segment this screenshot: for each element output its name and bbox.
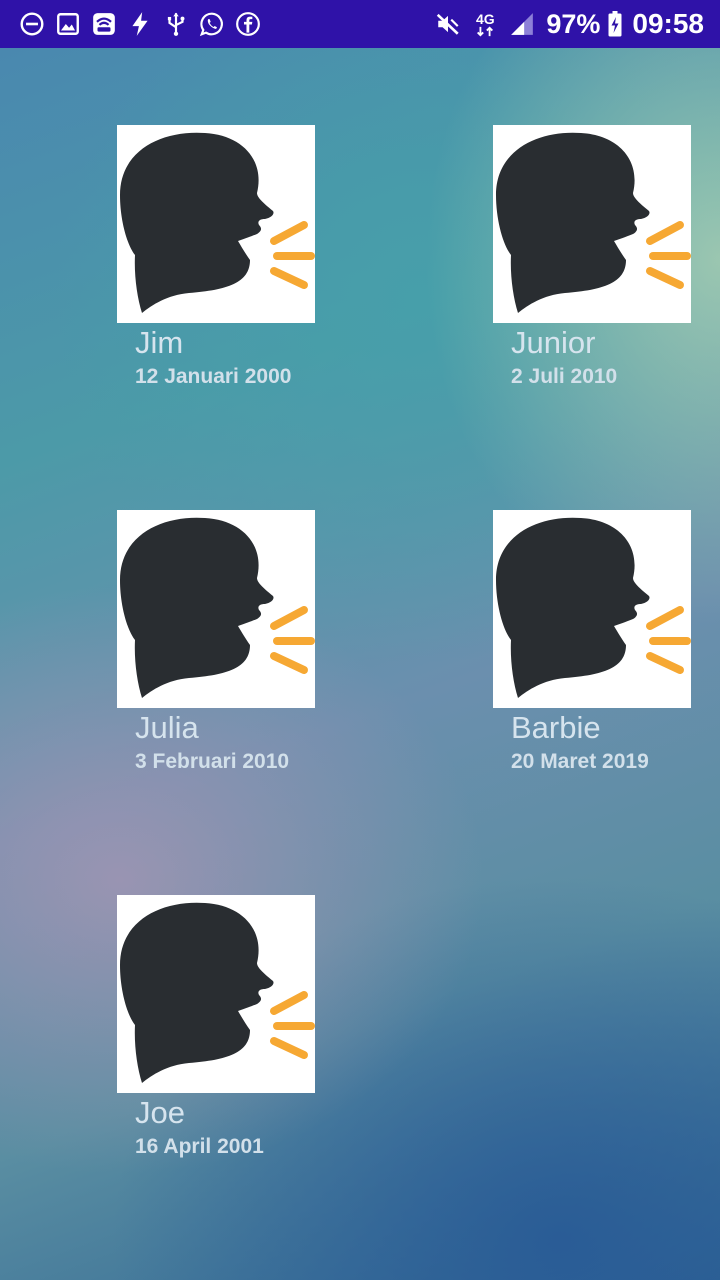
mute-icon [434,10,462,38]
network-type-label: 4G [475,10,495,27]
status-bar-system: 4G 97% 09:58 [434,0,704,48]
contact-avatar[interactable] [117,510,315,708]
gallery-icon [54,10,82,38]
speaking-head-icon [496,132,691,313]
status-bar-notifications [18,0,270,48]
contact-date: 2 Juli 2010 [511,365,618,388]
contact-name: Jim [135,325,184,360]
whatsapp-icon [198,10,226,38]
contact-date: 12 Januari 2000 [135,365,292,388]
contact-item[interactable]: Jim 12 Januari 2000 [117,125,377,415]
contact-avatar[interactable] [117,895,315,1093]
contact-item[interactable]: Barbie 20 Maret 2019 [493,510,713,800]
contact-date: 3 Februari 2010 [135,750,290,773]
speaking-head-icon [120,902,315,1083]
speaking-head-icon [120,517,315,698]
contact-item[interactable]: Junior 2 Juli 2010 [493,125,713,415]
contact-name: Joe [135,1095,185,1130]
contact-name: Junior [511,325,596,360]
battery-percentage: 97% [546,8,601,39]
contact-avatar[interactable] [493,510,691,708]
contact-item[interactable]: Julia 3 Februari 2010 [117,510,377,800]
contact-item[interactable]: Joe 16 April 2001 [117,895,377,1185]
flash-icon [126,10,154,38]
speaking-head-icon [496,517,691,698]
usb-icon [162,10,190,38]
contact-date: 20 Maret 2019 [511,750,649,773]
4g-icon: 4G [472,10,498,38]
contact-avatar[interactable] [493,125,691,323]
contact-date: 16 April 2001 [135,1135,264,1158]
status-bar-clock: 09:58 [632,8,704,39]
battery-charging-icon [606,10,624,38]
contact-name: Barbie [511,710,601,745]
contact-name: Julia [135,710,199,745]
contact-avatar[interactable] [117,125,315,323]
status-bar: 4G 97% 09:58 [0,0,720,48]
facebook-icon [234,10,262,38]
do-not-disturb-icon [18,10,46,38]
signal-icon [508,10,536,38]
speaking-head-icon [120,132,315,313]
wifi-hotspot-icon [90,10,118,38]
